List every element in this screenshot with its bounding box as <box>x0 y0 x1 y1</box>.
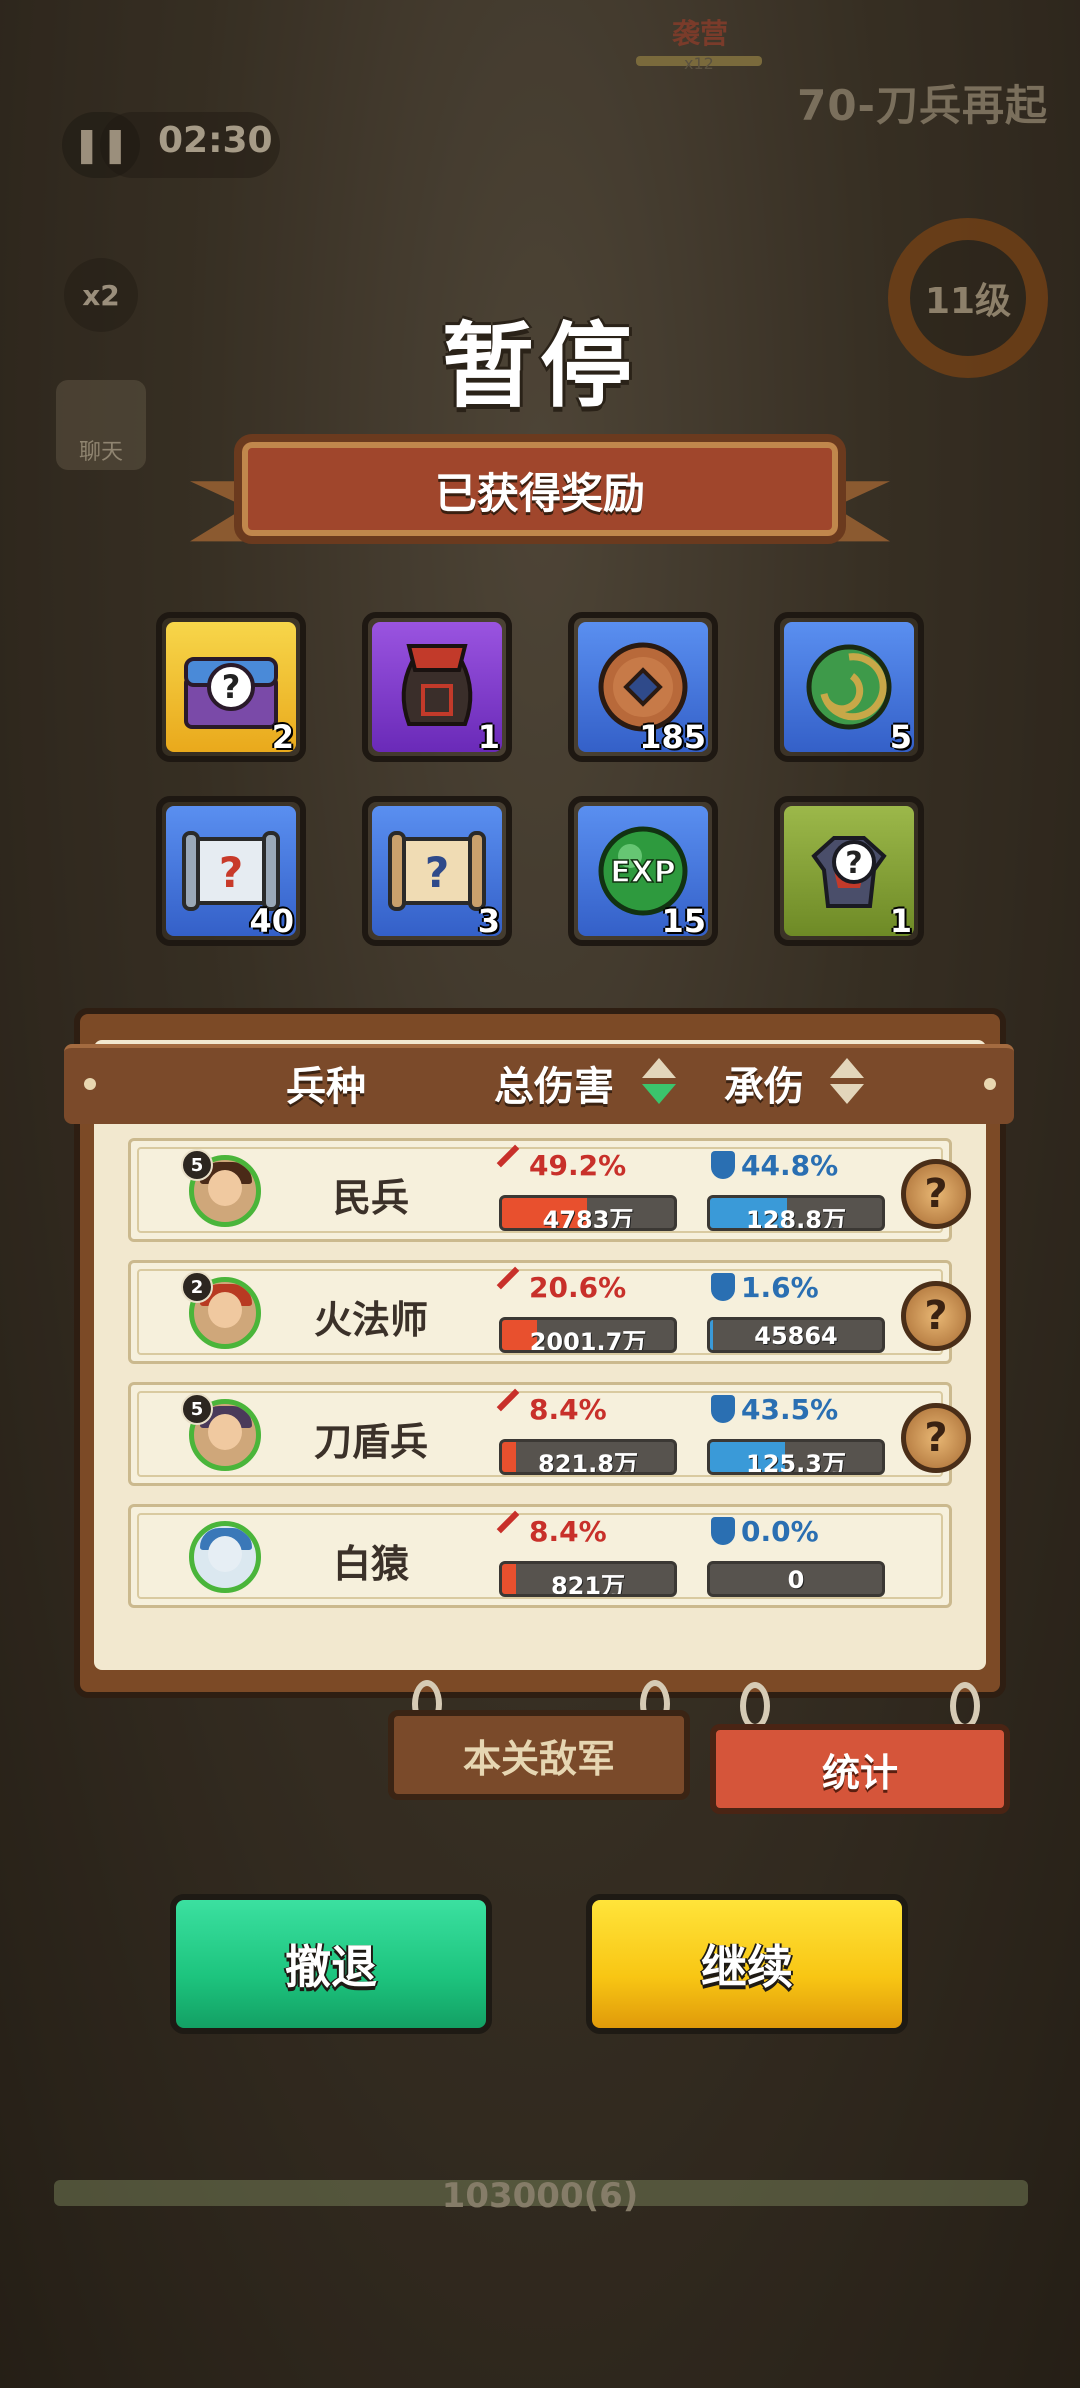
unit-level-badge: 5 <box>181 1393 213 1425</box>
shield-icon <box>711 1151 735 1179</box>
tank-bar: 0 <box>707 1561 885 1597</box>
reward-grid: ? 2 1 185 5 ? 40 ? 3 EXP 15 ? 1 <box>156 612 924 952</box>
unit-name: 白猿 <box>332 1542 409 1586</box>
shield-icon <box>711 1273 735 1301</box>
unit-info-button[interactable]: ? <box>901 1403 971 1473</box>
tab-enemies[interactable]: 本关敌军 <box>388 1710 690 1800</box>
base-health-text: 103000(6) <box>441 2176 639 2216</box>
damage-bar: 821万 <box>499 1561 677 1597</box>
tank-percent: 44.8% <box>711 1149 838 1182</box>
reward-count: 3 <box>477 902 500 940</box>
tank-percent: 1.6% <box>711 1271 819 1304</box>
unit-name: 民兵 <box>332 1176 409 1220</box>
boss-multiplier: x12 <box>684 54 714 73</box>
reward-count: 40 <box>249 902 294 940</box>
tank-bar: 125.3万 <box>707 1439 885 1475</box>
reward-item-mystery-chest[interactable]: ? 2 <box>156 612 306 762</box>
tank-percent: 43.5% <box>711 1393 838 1426</box>
reward-count: 185 <box>639 718 706 756</box>
damage-percent: 20.6% <box>496 1266 626 1304</box>
game-timer: 02:30 <box>158 120 273 161</box>
reward-count: 15 <box>661 902 706 940</box>
unit-name: 火法师 <box>313 1298 428 1342</box>
svg-text:?: ? <box>219 848 243 897</box>
unit-level-badge: 2 <box>181 1271 213 1303</box>
sort-tank-icon[interactable] <box>830 1058 864 1106</box>
svg-text:?: ? <box>845 846 862 881</box>
pause-title: 暂停 <box>441 313 638 420</box>
tab-statistics[interactable]: 统计 <box>710 1724 1010 1814</box>
damage-percent: 8.4% <box>496 1388 607 1426</box>
svg-text:?: ? <box>222 668 241 706</box>
table-row: 5 民兵 49.2% 4783万 44.8% 128.8万 ? <box>128 1138 971 1242</box>
col-unit-header: 兵种 <box>286 1064 366 1110</box>
unit-info-button[interactable]: ? <box>901 1281 971 1351</box>
reward-banner-label: 已获得奖励 <box>434 469 645 518</box>
reward-count: 1 <box>889 902 912 940</box>
svg-text:?: ? <box>425 848 449 897</box>
reward-item-wine-jar[interactable]: 1 <box>362 612 512 762</box>
table-row: 5 刀盾兵 8.4% 821.8万 43.5% 125.3万 ? <box>128 1382 971 1486</box>
tank-bar: 128.8万 <box>707 1195 885 1231</box>
shield-icon <box>711 1517 735 1545</box>
hanging-rope <box>950 1682 980 1730</box>
reward-item-copper-coin[interactable]: 185 <box>568 612 718 762</box>
damage-percent: 49.2% <box>496 1144 626 1182</box>
table-row: 白猿 8.4% 821万 0.0% 0 <box>128 1504 952 1608</box>
reward-count: 2 <box>271 718 294 756</box>
reward-item-exp-orb[interactable]: EXP 15 <box>568 796 718 946</box>
pause-icon[interactable]: ❚❚ <box>62 112 140 178</box>
unit-info-button[interactable]: ? <box>901 1159 971 1229</box>
continue-button[interactable]: 继续 <box>586 1894 908 2034</box>
reward-item-jade-swirl[interactable]: 5 <box>774 612 924 762</box>
reward-count: 5 <box>889 718 912 756</box>
retreat-button[interactable]: 撤退 <box>170 1894 492 2034</box>
boss-name: 袭营 <box>672 17 729 50</box>
damage-percent: 8.4% <box>496 1510 607 1548</box>
hanging-rope <box>740 1682 770 1730</box>
table-row: 2 火法师 20.6% 2001.7万 1.6% 45864 ? <box>128 1260 971 1364</box>
stage-title: 70-刀兵再起 <box>797 81 1048 130</box>
reward-count: 1 <box>477 718 500 756</box>
damage-bar: 2001.7万 <box>499 1317 677 1353</box>
reward-banner: 已获得奖励 <box>190 428 890 558</box>
damage-bar: 821.8万 <box>499 1439 677 1475</box>
tank-bar: 45864 <box>707 1317 885 1353</box>
col-tank-header[interactable]: 承伤 <box>724 1054 804 1112</box>
header-rivet-right <box>984 1078 996 1090</box>
unit-level-badge: 5 <box>181 1149 213 1181</box>
tank-percent: 0.0% <box>711 1515 819 1548</box>
header-rivet-left <box>84 1078 96 1090</box>
unit-name: 刀盾兵 <box>313 1420 428 1464</box>
exp-label: EXP <box>610 855 676 890</box>
reward-item-scroll[interactable]: ? 3 <box>362 796 512 946</box>
damage-bar: 4783万 <box>499 1195 677 1231</box>
shield-icon <box>711 1395 735 1423</box>
reward-item-mystery-armor[interactable]: ? 1 <box>774 796 924 946</box>
reward-item-mystery-scroll[interactable]: ? 40 <box>156 796 306 946</box>
col-damage-header[interactable]: 总伤害 <box>494 1054 614 1112</box>
unit-avatar-white-ape <box>189 1521 261 1593</box>
sort-damage-icon[interactable] <box>642 1058 676 1106</box>
